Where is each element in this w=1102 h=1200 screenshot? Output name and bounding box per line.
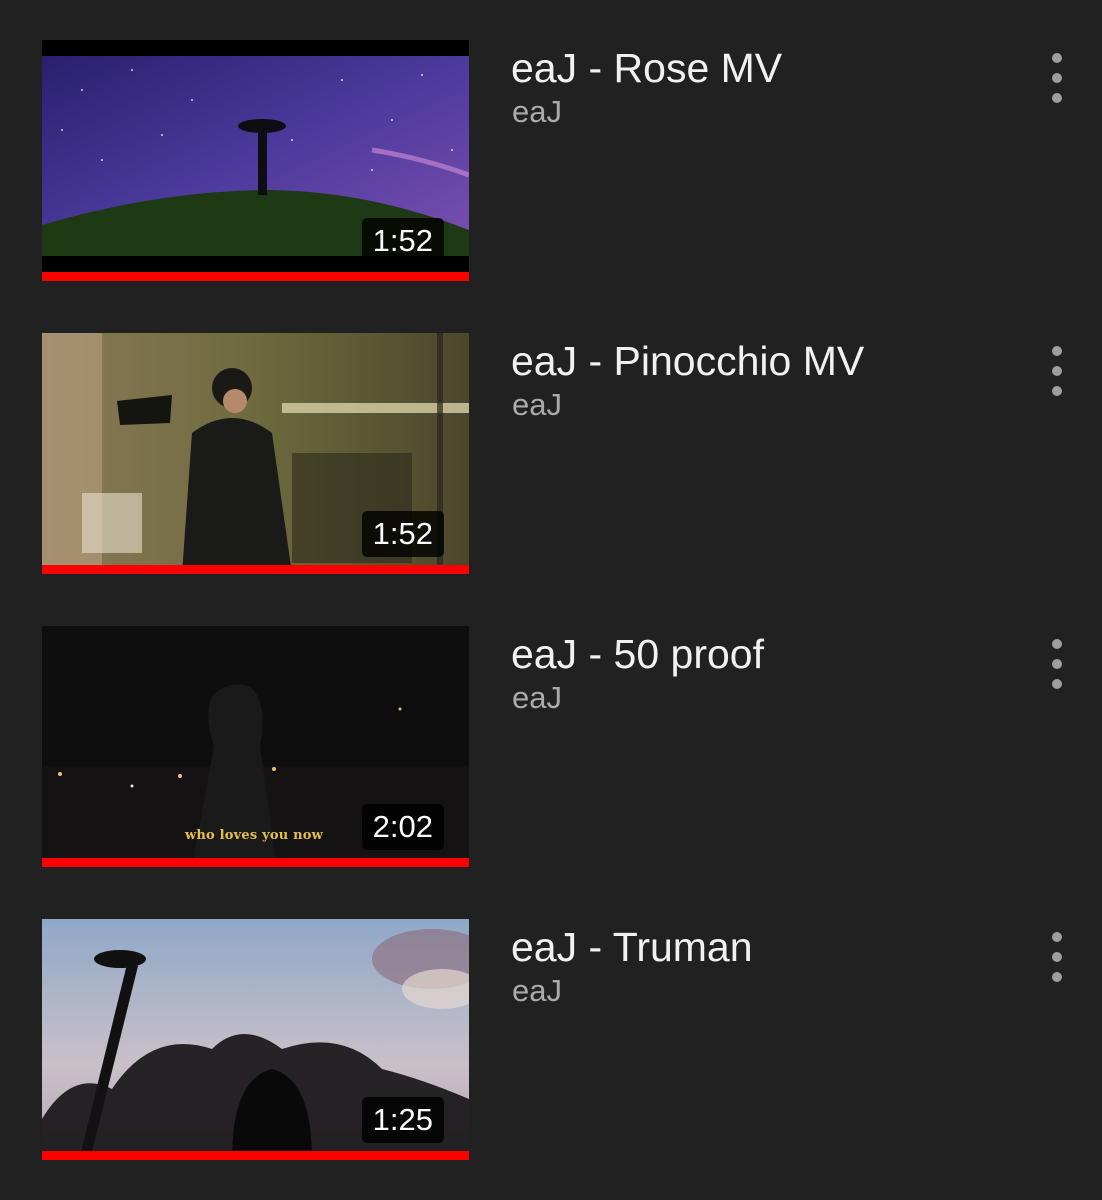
watch-progress-bar [42, 272, 469, 281]
video-thumbnail[interactable]: 1:52 [42, 333, 469, 574]
video-title[interactable]: eaJ - 50 proof [511, 630, 764, 678]
more-vert-icon[interactable] [1038, 48, 1076, 108]
video-duration: 1:52 [361, 511, 444, 557]
video-title[interactable]: eaJ - Truman [511, 923, 753, 971]
channel-name[interactable]: eaJ [512, 385, 562, 425]
more-vert-icon[interactable] [1038, 927, 1076, 987]
video-item[interactable]: 1:25 eaJ - Truman eaJ [0, 919, 1102, 1179]
video-item[interactable]: 1:52 eaJ - Pinocchio MV eaJ [0, 333, 1102, 593]
video-duration: 2:02 [361, 804, 444, 850]
thumbnail-caption: who loves you now [185, 828, 324, 843]
channel-name[interactable]: eaJ [512, 678, 562, 718]
video-thumbnail[interactable]: 1:52 [42, 40, 469, 281]
more-vert-icon[interactable] [1038, 341, 1076, 401]
video-list: 1:52 eaJ - Rose MV eaJ 1:52 eaJ - Pinocc… [0, 0, 1102, 1200]
watch-progress-bar [42, 565, 469, 574]
video-duration: 1:52 [361, 218, 444, 264]
more-vert-icon[interactable] [1038, 634, 1076, 694]
video-thumbnail[interactable]: who loves you now 2:02 [42, 626, 469, 867]
watch-progress-bar [42, 1151, 469, 1160]
channel-name[interactable]: eaJ [512, 92, 562, 132]
video-title[interactable]: eaJ - Rose MV [511, 44, 782, 92]
channel-name[interactable]: eaJ [512, 971, 562, 1011]
video-item[interactable]: who loves you now 2:02 eaJ - 50 proof ea… [0, 626, 1102, 886]
video-thumbnail[interactable]: 1:25 [42, 919, 469, 1160]
video-duration: 1:25 [361, 1097, 444, 1143]
video-title[interactable]: eaJ - Pinocchio MV [511, 337, 864, 385]
watch-progress-bar [42, 858, 469, 867]
video-item[interactable]: 1:52 eaJ - Rose MV eaJ [0, 40, 1102, 300]
